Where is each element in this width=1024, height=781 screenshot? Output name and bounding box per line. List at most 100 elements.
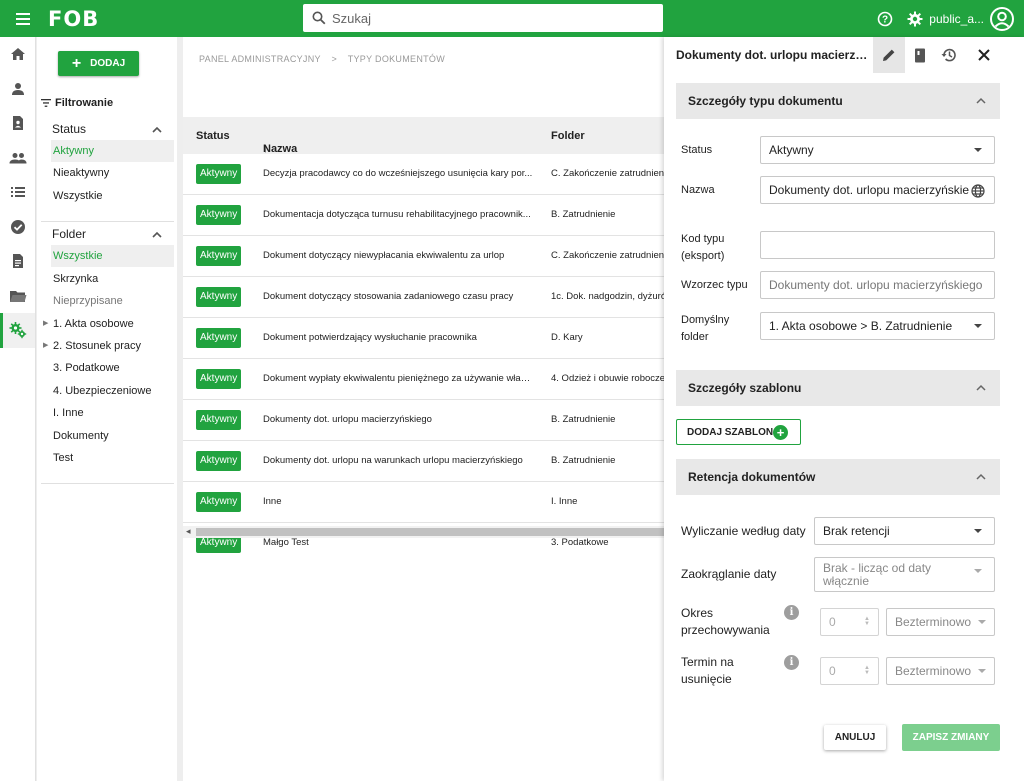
add-button[interactable]: + DODAJ (58, 51, 139, 76)
nav-person-document[interactable] (0, 106, 35, 141)
folder-filter-test[interactable]: Test (51, 447, 174, 469)
globe-icon[interactable] (971, 184, 985, 198)
user-menu[interactable]: public_a... (907, 6, 1014, 31)
column-header-folder[interactable]: Folder (551, 130, 585, 142)
deletion-deadline-unit-select[interactable]: Bezterminowo (886, 657, 995, 685)
nav-documents[interactable] (0, 244, 35, 279)
breadcrumb-admin-panel[interactable]: PANEL ADMINISTRACYJNY (199, 54, 321, 64)
folder-filter-podatkowe[interactable]: 3. Podatkowe (51, 357, 174, 379)
close-icon (978, 49, 990, 61)
section-header-retention[interactable]: Retencja dokumentów (676, 459, 1000, 495)
folder-filter-nieprzypisane[interactable]: Nieprzypisane (51, 290, 174, 312)
folder-filter-akta-osobowe[interactable]: ▶ 1. Akta osobowe (43, 313, 174, 335)
add-template-button[interactable]: DODAJ SZABLON + (676, 419, 801, 445)
export-code-input[interactable] (760, 231, 995, 259)
dropdown-arrow-icon (974, 324, 982, 328)
folder-filter-ubezpieczeniowe[interactable]: 4. Ubezpieczeniowe (51, 380, 174, 402)
row-name: Dokumenty dot. urlopu macierzyńskiego (263, 414, 432, 425)
scroll-left-icon[interactable]: ◂ (186, 526, 191, 537)
search-bar[interactable] (303, 4, 663, 32)
expand-arrow-icon[interactable]: ▶ (43, 335, 48, 357)
section-header-template[interactable]: Szczegóły szablonu (676, 370, 1000, 406)
app-logo[interactable]: FOB (48, 7, 99, 31)
type-pattern-input[interactable]: Dokumenty dot. urlopu macierzyńskiego (760, 271, 995, 299)
filter-title: Filtrowanie (41, 97, 113, 109)
table-row[interactable]: Aktywny Dokument dotyczący niewypłacania … (183, 236, 664, 277)
type-pattern-label: Wzorzec typu (681, 279, 748, 291)
person-document-icon (12, 116, 23, 131)
divider (41, 483, 174, 484)
table-row[interactable]: Aktywny Dokument dotyczący stosowania zad… (183, 277, 664, 318)
status-filter-wszystkie[interactable]: Wszystkie (51, 185, 174, 207)
table-row[interactable]: Aktywny Dokument wypłaty ekwiwalentu pien… (183, 359, 664, 400)
name-input[interactable]: Dokumenty dot. urlopu macierzyńskie (760, 176, 995, 204)
date-rounding-value: Brak - licząc od daty włącznie (823, 560, 932, 588)
document-types-table-card: PANEL ADMINISTRACYJNY > TYPY DOKUMENTÓW … (183, 37, 664, 781)
status-filter-header[interactable]: Status (52, 122, 162, 136)
expand-arrow-icon[interactable]: ▶ (43, 313, 48, 335)
row-folder: B. Zatrudnienie (551, 455, 616, 466)
scrollbar-thumb[interactable] (196, 528, 664, 536)
close-button[interactable] (968, 37, 1000, 73)
folder-filter-skrzynka[interactable]: Skrzynka (51, 268, 174, 290)
nav-person[interactable] (0, 72, 35, 107)
retention-period-unit-select[interactable]: Bezterminowo (886, 608, 995, 636)
folder-filter-stosunek-pracy[interactable]: ▶ 2. Stosunek pracy (43, 335, 174, 357)
table-row[interactable]: Aktywny Inne I. Inne (183, 482, 664, 523)
default-folder-select[interactable]: 1. Akta osobowe > B. Zatrudnienie (760, 312, 995, 340)
save-changes-button[interactable]: ZAPISZ ZMIANY (902, 724, 1000, 751)
help-button[interactable]: ? (877, 11, 893, 27)
folder-filter-inne[interactable]: I. Inne (51, 402, 174, 424)
info-icon[interactable]: i (784, 605, 799, 620)
nav-folders[interactable] (0, 279, 35, 314)
row-name: Małgo Test (263, 537, 309, 548)
row-folder: 1c. Dok. nadgodzin, dyżurów (551, 291, 664, 302)
nav-admin-settings[interactable] (0, 313, 35, 348)
nav-people[interactable] (0, 141, 35, 176)
binder-button[interactable] (904, 37, 936, 73)
calc-by-date-select[interactable]: Brak retencji (814, 517, 995, 545)
pencil-icon (883, 49, 895, 61)
nav-tasks[interactable] (0, 210, 35, 245)
info-icon[interactable]: i (784, 655, 799, 670)
person-icon (11, 82, 24, 95)
date-rounding-label: Zaokrąglanie daty (681, 567, 777, 581)
section-header-document-type[interactable]: Szczegóły typu dokumentu (676, 83, 1000, 119)
stepper-arrows-icon[interactable]: ▲ ▼ (864, 616, 870, 627)
search-icon (312, 11, 326, 25)
folder-filter-wszystkie[interactable]: Wszystkie (51, 245, 174, 267)
status-badge: Aktywny (196, 369, 242, 389)
column-header-status[interactable]: Status (196, 130, 230, 142)
search-input[interactable] (332, 10, 642, 26)
document-icon (12, 254, 23, 269)
horizontal-scrollbar[interactable]: ◂ (183, 526, 664, 538)
status-filter-nieaktywny[interactable]: Nieaktywny (51, 162, 174, 184)
status-badge: Aktywny (196, 205, 242, 225)
status-badge: Aktywny (196, 287, 242, 307)
list-icon (10, 187, 25, 198)
table-row[interactable]: Aktywny Decyzja pracodawcy co do wcześnie… (183, 154, 664, 195)
history-button[interactable] (933, 37, 965, 73)
nav-home[interactable] (0, 37, 35, 72)
date-rounding-select[interactable]: Brak - licząc od daty włącznie (814, 557, 995, 592)
chevron-up-icon (976, 384, 986, 391)
table-row[interactable]: Aktywny Dokumentacja dotycząca turnusu re… (183, 195, 664, 236)
deletion-deadline-number[interactable]: 0 ▲ ▼ (820, 657, 879, 685)
cancel-button[interactable]: ANULUJ (824, 725, 886, 750)
export-code-label: Kod typu (eksport) (681, 233, 725, 262)
stepper-arrows-icon[interactable]: ▲ ▼ (864, 665, 870, 676)
folder-filter-dokumenty[interactable]: Dokumenty (51, 425, 174, 447)
retention-period-number[interactable]: 0 ▲ ▼ (820, 608, 879, 636)
table-row[interactable]: Aktywny Dokumenty dot. urlopu macierzyńsk… (183, 400, 664, 441)
folder-filter-header[interactable]: Folder (52, 227, 162, 241)
table-row[interactable]: Aktywny Dokument potwierdzający wysłuchan… (183, 318, 664, 359)
status-filter-aktywny[interactable]: Aktywny (51, 140, 174, 162)
edit-button[interactable] (873, 37, 905, 73)
nav-list[interactable] (0, 175, 35, 210)
row-folder: D. Kary (551, 332, 583, 343)
row-name: Inne (263, 496, 282, 507)
row-name: Decyzja pracodawcy co do wcześniejszego … (263, 168, 533, 179)
table-row[interactable]: Aktywny Dokumenty dot. urlopu na warunkac… (183, 441, 664, 482)
status-select[interactable]: Aktywny (760, 136, 995, 164)
menu-icon[interactable] (16, 10, 30, 28)
